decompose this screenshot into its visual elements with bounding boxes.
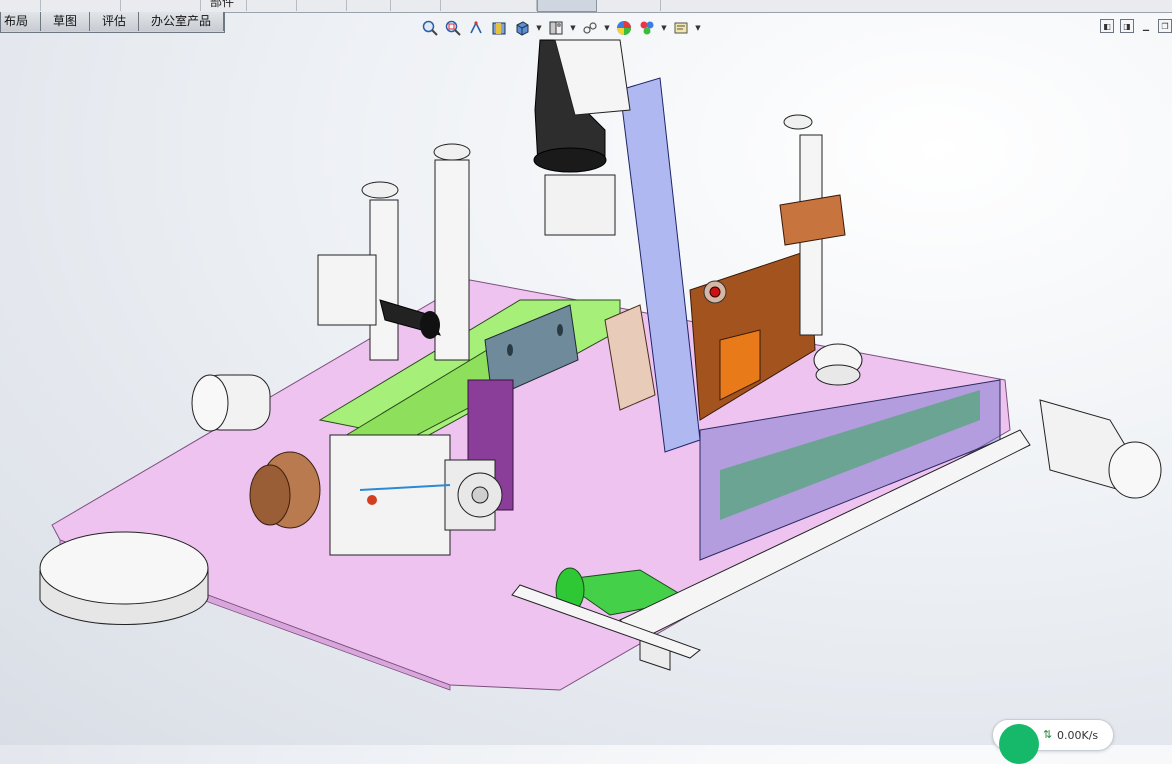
strip-segment[interactable] xyxy=(440,0,537,11)
tab-office-products[interactable]: 办公室产品 xyxy=(139,12,225,31)
cad-assembly-viewport[interactable] xyxy=(0,30,1172,745)
tab-evaluate[interactable]: 评估 xyxy=(90,12,140,31)
left-motor xyxy=(191,374,271,432)
network-speed-widget[interactable]: ⇅ 0.00K/s xyxy=(992,719,1114,764)
strip-segment[interactable] xyxy=(390,0,441,11)
tab-sketch[interactable]: 草图 xyxy=(41,12,91,31)
up-down-arrows-icon: ⇅ xyxy=(1043,728,1053,741)
partial-tab-label: 部件 xyxy=(210,0,235,9)
strip-segment[interactable] xyxy=(120,0,201,11)
right-motor xyxy=(1039,399,1162,499)
strip-segment[interactable] xyxy=(0,0,41,11)
network-speed-value: 0.00K/s xyxy=(1057,729,1099,742)
tab-layout[interactable]: 布局 xyxy=(1,12,42,31)
strip-segment[interactable] xyxy=(346,0,391,11)
strip-segment[interactable] xyxy=(296,0,347,11)
network-status-icon xyxy=(999,724,1039,764)
strip-segment[interactable] xyxy=(40,0,121,11)
strip-segment[interactable] xyxy=(246,0,297,11)
strip-segment[interactable] xyxy=(596,0,661,11)
round-disc-left xyxy=(39,531,209,626)
strip-segment-active[interactable] xyxy=(537,0,597,12)
